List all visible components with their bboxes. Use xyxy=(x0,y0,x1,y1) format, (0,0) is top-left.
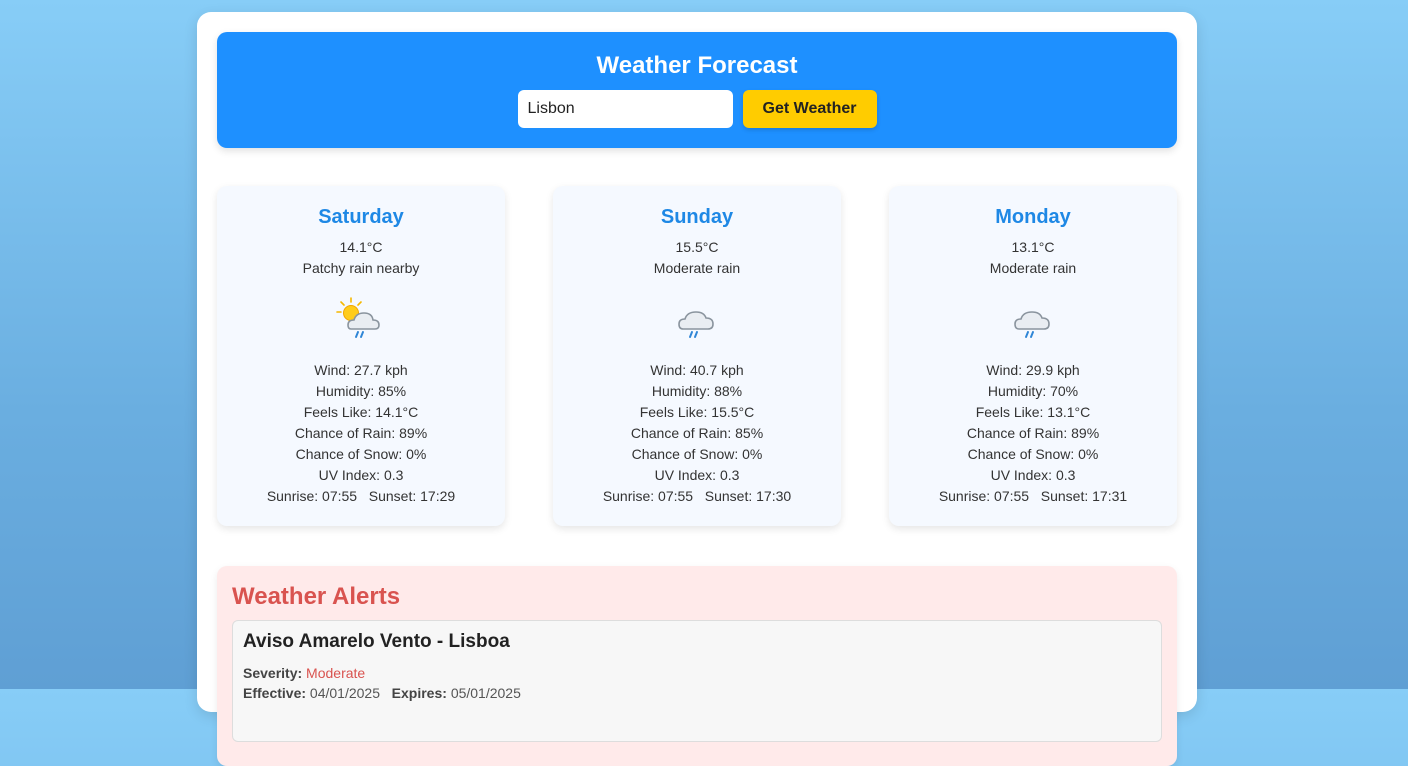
search-row: Get Weather xyxy=(217,90,1177,128)
page-title: Weather Forecast xyxy=(596,52,798,79)
snow-chance-text: Chance of Snow: 0% xyxy=(631,446,763,462)
humidity-text: Humidity: 85% xyxy=(315,383,407,399)
alert-headline: Aviso Amarelo Vento - Lisboa xyxy=(243,631,510,652)
rain-chance-text: Chance of Rain: 85% xyxy=(630,425,764,441)
alert-severity-line: Severity: Moderate xyxy=(243,665,365,681)
humidity-text: Humidity: 70% xyxy=(987,383,1079,399)
forecast-details: Wind: 29.9 kph Humidity: 70% Feels Like:… xyxy=(889,360,1177,507)
forecast-condition: Patchy rain nearby xyxy=(302,260,420,276)
sun-cloud-rain-icon xyxy=(335,294,387,342)
humidity-text: Humidity: 88% xyxy=(651,383,743,399)
forecast-cards: Saturday 14.1°C Patchy rain nearby Wind:… xyxy=(217,186,1177,526)
alert-dates-line: Effective: 04/01/2025 Expires: 05/01/202… xyxy=(243,685,521,701)
sun-times-text: Sunrise: 07:55 Sunset: 17:29 xyxy=(266,488,456,504)
forecast-day: Sunday xyxy=(660,206,734,228)
forecast-card: Monday 13.1°C Moderate rain Wind: 29.9 k… xyxy=(889,186,1177,526)
snow-chance-text: Chance of Snow: 0% xyxy=(295,446,427,462)
forecast-card: Sunday 15.5°C Moderate rain Wind: 40.7 k… xyxy=(553,186,841,526)
header-panel: Weather Forecast Get Weather xyxy=(217,32,1177,148)
sun-times-text: Sunrise: 07:55 Sunset: 17:30 xyxy=(602,488,792,504)
uv-index-text: UV Index: 0.3 xyxy=(654,467,740,483)
forecast-details: Wind: 40.7 kph Humidity: 88% Feels Like:… xyxy=(553,360,841,507)
expires-value: 05/01/2025 xyxy=(450,685,521,701)
wind-text: Wind: 29.9 kph xyxy=(986,362,1080,378)
rain-chance-text: Chance of Rain: 89% xyxy=(966,425,1100,441)
app-container: Weather Forecast Get Weather Saturday 14… xyxy=(197,12,1197,766)
sun-times-text: Sunrise: 07:55 Sunset: 17:31 xyxy=(938,488,1128,504)
forecast-day: Monday xyxy=(995,206,1071,228)
forecast-details: Wind: 27.7 kph Humidity: 85% Feels Like:… xyxy=(217,360,505,507)
wind-text: Wind: 27.7 kph xyxy=(314,362,408,378)
uv-index-text: UV Index: 0.3 xyxy=(990,467,1076,483)
uv-index-text: UV Index: 0.3 xyxy=(318,467,404,483)
cloud-rain-icon xyxy=(671,294,723,342)
forecast-temperature: 15.5°C xyxy=(675,239,719,255)
alert-item: Aviso Amarelo Vento - Lisboa Severity: M… xyxy=(232,620,1162,742)
snow-chance-text: Chance of Snow: 0% xyxy=(967,446,1099,462)
forecast-day: Saturday xyxy=(318,206,404,228)
cloud-rain-icon xyxy=(1007,294,1059,342)
severity-label: Severity: xyxy=(243,665,303,681)
forecast-temperature: 13.1°C xyxy=(1011,239,1055,255)
severity-value: Moderate xyxy=(306,665,366,681)
forecast-temperature: 14.1°C xyxy=(339,239,383,255)
expires-label: Expires: xyxy=(391,685,447,701)
wind-text: Wind: 40.7 kph xyxy=(650,362,744,378)
rain-chance-text: Chance of Rain: 89% xyxy=(294,425,428,441)
forecast-condition: Moderate rain xyxy=(653,260,741,276)
feels-like-text: Feels Like: 13.1°C xyxy=(975,404,1091,420)
forecast-card: Saturday 14.1°C Patchy rain nearby Wind:… xyxy=(217,186,505,526)
feels-like-text: Feels Like: 15.5°C xyxy=(639,404,755,420)
effective-label: Effective: xyxy=(243,685,307,701)
get-weather-button[interactable]: Get Weather xyxy=(742,90,877,128)
forecast-condition: Moderate rain xyxy=(989,260,1077,276)
weather-alerts-panel: Weather Alerts Aviso Amarelo Vento - Lis… xyxy=(217,566,1177,766)
alerts-title: Weather Alerts xyxy=(232,583,401,610)
effective-value: 04/01/2025 xyxy=(309,685,380,701)
feels-like-text: Feels Like: 14.1°C xyxy=(303,404,419,420)
city-search-input[interactable] xyxy=(517,90,733,128)
